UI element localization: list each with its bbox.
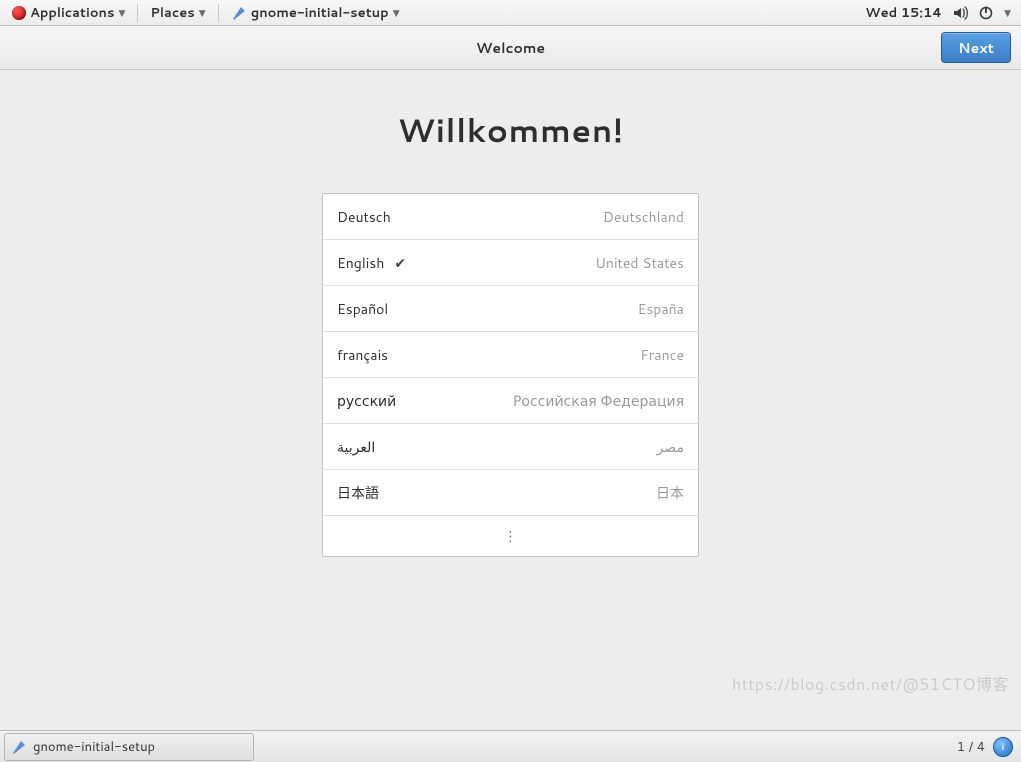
language-region: France bbox=[640, 345, 684, 365]
clock[interactable]: Wed 15:14 bbox=[865, 4, 942, 22]
language-name: français bbox=[337, 345, 388, 365]
language-row-francais[interactable]: français France bbox=[323, 332, 698, 378]
applications-menu[interactable]: Applications ▼ bbox=[6, 0, 131, 26]
places-label: Places bbox=[150, 4, 194, 22]
taskbar-app-button[interactable]: gnome-initial-setup bbox=[4, 733, 254, 761]
language-row-espanol[interactable]: Español España bbox=[323, 286, 698, 332]
more-languages-button[interactable]: ⋮ bbox=[323, 516, 698, 556]
language-name: العربية bbox=[337, 437, 375, 457]
language-list: Deutsch Deutschland English ✔ United Sta… bbox=[322, 193, 699, 557]
language-region: 日本 bbox=[656, 483, 684, 503]
volume-icon[interactable] bbox=[952, 5, 968, 21]
active-app-label: gnome-initial-setup bbox=[251, 4, 389, 22]
setup-app-icon bbox=[11, 739, 27, 755]
active-app-menu[interactable]: gnome-initial-setup ▼ bbox=[225, 0, 406, 26]
chevron-down-icon: ▼ bbox=[199, 6, 206, 19]
language-row-english[interactable]: English ✔ United States bbox=[323, 240, 698, 286]
bottom-taskbar: gnome-initial-setup 1 / 4 i bbox=[0, 730, 1021, 762]
taskbar-app-label: gnome-initial-setup bbox=[33, 738, 155, 756]
panel-left: Applications ▼ Places ▼ gnome-initial-se… bbox=[0, 0, 406, 26]
language-name: English ✔ bbox=[337, 253, 406, 273]
chevron-down-icon[interactable]: ▼ bbox=[1004, 6, 1011, 19]
language-name: Deutsch bbox=[337, 207, 391, 227]
setup-app-icon bbox=[231, 5, 247, 21]
svg-text:i: i bbox=[1002, 741, 1005, 753]
workspace-indicator[interactable]: 1 / 4 i bbox=[957, 737, 1021, 757]
workspace-label: 1 / 4 bbox=[957, 738, 985, 756]
next-button[interactable]: Next bbox=[941, 32, 1011, 63]
check-icon: ✔ bbox=[394, 253, 406, 273]
language-row-arabic[interactable]: العربية مصر bbox=[323, 424, 698, 470]
applications-label: Applications bbox=[30, 4, 114, 22]
language-region: Российская Федерация bbox=[513, 391, 684, 411]
language-name: 日本語 bbox=[337, 483, 379, 503]
panel-right: Wed 15:14 ▼ bbox=[865, 4, 1021, 22]
chevron-down-icon: ▼ bbox=[393, 6, 400, 19]
welcome-heading: Willkommen! bbox=[0, 70, 1021, 153]
language-region: United States bbox=[595, 253, 684, 273]
language-name: русский bbox=[337, 391, 396, 411]
language-region: Deutschland bbox=[603, 207, 684, 227]
power-icon[interactable] bbox=[978, 5, 994, 21]
separator bbox=[137, 4, 138, 22]
top-panel: Applications ▼ Places ▼ gnome-initial-se… bbox=[0, 0, 1021, 26]
places-menu[interactable]: Places ▼ bbox=[144, 0, 211, 26]
page-title: Welcome bbox=[476, 38, 545, 58]
header-bar: Welcome Next bbox=[0, 26, 1021, 70]
language-region: España bbox=[638, 299, 684, 319]
content-area: Willkommen! Deutsch Deutschland English … bbox=[0, 70, 1021, 730]
distro-icon bbox=[12, 6, 26, 20]
workspace-switcher-icon[interactable]: i bbox=[993, 737, 1013, 757]
language-row-japanese[interactable]: 日本語 日本 bbox=[323, 470, 698, 516]
language-name: Español bbox=[337, 299, 388, 319]
separator bbox=[218, 4, 219, 22]
language-row-russian[interactable]: русский Российская Федерация bbox=[323, 378, 698, 424]
more-icon: ⋮ bbox=[504, 526, 518, 546]
watermark: https://blog.csdn.net/@51CTO博客 bbox=[732, 671, 1009, 696]
language-row-deutsch[interactable]: Deutsch Deutschland bbox=[323, 194, 698, 240]
chevron-down-icon: ▼ bbox=[118, 6, 125, 19]
language-region: مصر bbox=[657, 437, 684, 457]
